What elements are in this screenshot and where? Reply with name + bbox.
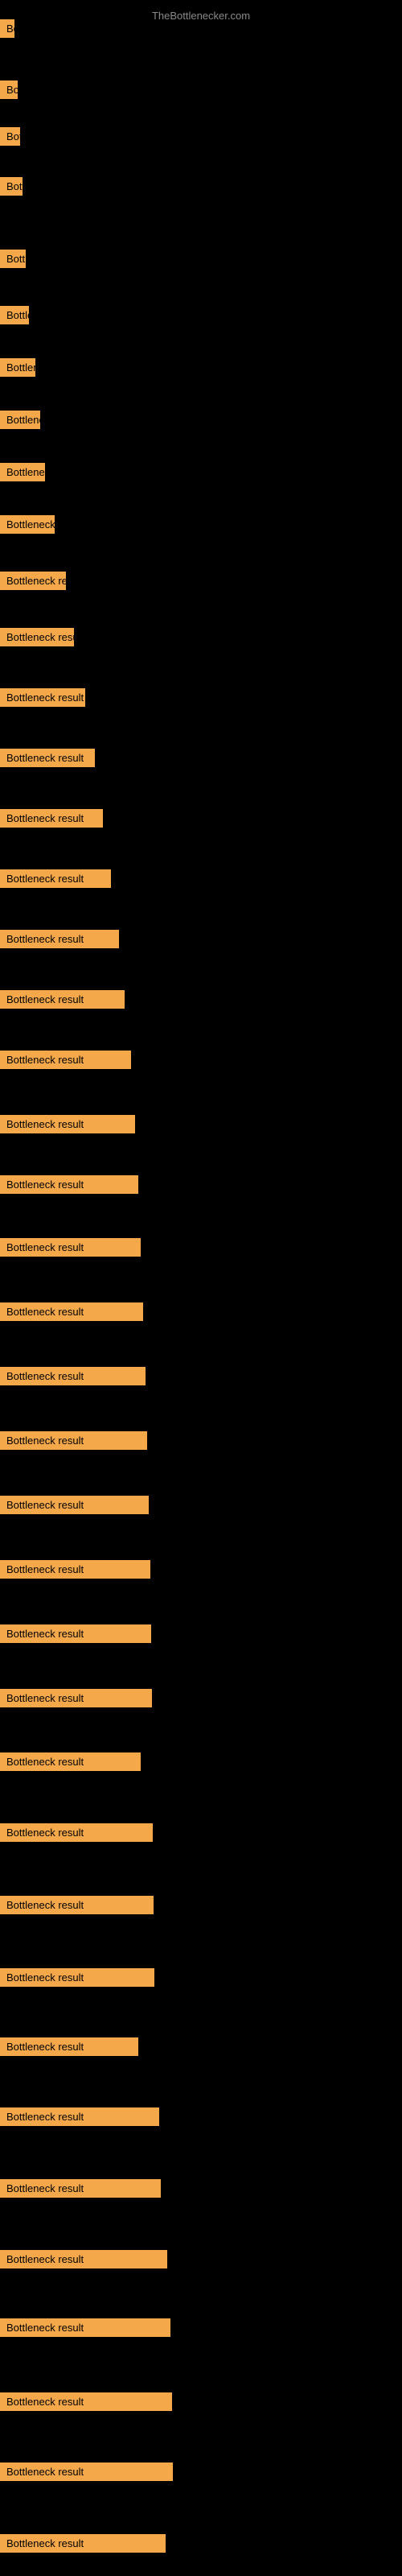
bottleneck-result-item: Bottleneck result <box>0 930 119 948</box>
bottleneck-result-item: Bottleneck result <box>0 2392 172 2411</box>
bottleneck-result-item: Bottleneck result <box>0 2037 138 2056</box>
bottleneck-result-item: Bottleneck result <box>0 515 55 534</box>
bottleneck-result-item: Bottleneck result <box>0 19 14 38</box>
bottleneck-result-item: Bottleneck result <box>0 809 103 828</box>
bottleneck-result-item: Bottleneck result <box>0 1051 131 1069</box>
bottleneck-result-item: Bottleneck result <box>0 688 85 707</box>
bottleneck-result-item: Bottleneck result <box>0 1896 154 1914</box>
bottleneck-result-item: Bottleneck result <box>0 990 125 1009</box>
bottleneck-result-item: Bottleneck result <box>0 463 45 481</box>
bottleneck-result-item: Bottleneck result <box>0 2534 166 2553</box>
bottleneck-result-item: Bottleneck result <box>0 1689 152 1707</box>
bottleneck-result-item: Bottleneck result <box>0 2318 170 2337</box>
bottleneck-result-item: Bottleneck result <box>0 2107 159 2126</box>
bottleneck-result-item: Bottleneck result <box>0 411 40 429</box>
bottleneck-result-item: Bottleneck result <box>0 2462 173 2481</box>
bottleneck-result-item: Bottleneck result <box>0 250 26 268</box>
bottleneck-result-item: Bottleneck result <box>0 1175 138 1194</box>
bottleneck-result-item: Bottleneck result <box>0 628 74 646</box>
bottleneck-result-item: Bottleneck result <box>0 1560 150 1579</box>
bottleneck-result-item: Bottleneck result <box>0 1431 147 1450</box>
bottleneck-result-item: Bottleneck result <box>0 127 20 146</box>
bottleneck-result-item: Bottleneck result <box>0 1823 153 1842</box>
bottleneck-result-item: Bottleneck result <box>0 1302 143 1321</box>
bottleneck-result-item: Bottleneck result <box>0 2250 167 2268</box>
bottleneck-result-item: Bottleneck result <box>0 306 29 324</box>
bottleneck-result-item: Bottleneck result <box>0 869 111 888</box>
bottleneck-result-item: Bottleneck result <box>0 80 18 99</box>
bottleneck-result-item: Bottleneck result <box>0 177 23 196</box>
bottleneck-result-item: Bottleneck result <box>0 749 95 767</box>
bottleneck-result-item: Bottleneck result <box>0 1624 151 1643</box>
bottleneck-result-item: Bottleneck result <box>0 1238 141 1257</box>
bottleneck-result-item: Bottleneck result <box>0 1496 149 1514</box>
bottleneck-result-item: Bottleneck result <box>0 358 35 377</box>
bottleneck-result-item: Bottleneck result <box>0 1367 146 1385</box>
bottleneck-result-item: Bottleneck result <box>0 572 66 590</box>
bottleneck-result-item: Bottleneck result <box>0 1968 154 1987</box>
bottleneck-result-item: Bottleneck result <box>0 1115 135 1133</box>
site-title: TheBottlenecker.com <box>0 3 402 25</box>
bottleneck-result-item: Bottleneck result <box>0 2179 161 2198</box>
bottleneck-result-item: Bottleneck result <box>0 1752 141 1771</box>
